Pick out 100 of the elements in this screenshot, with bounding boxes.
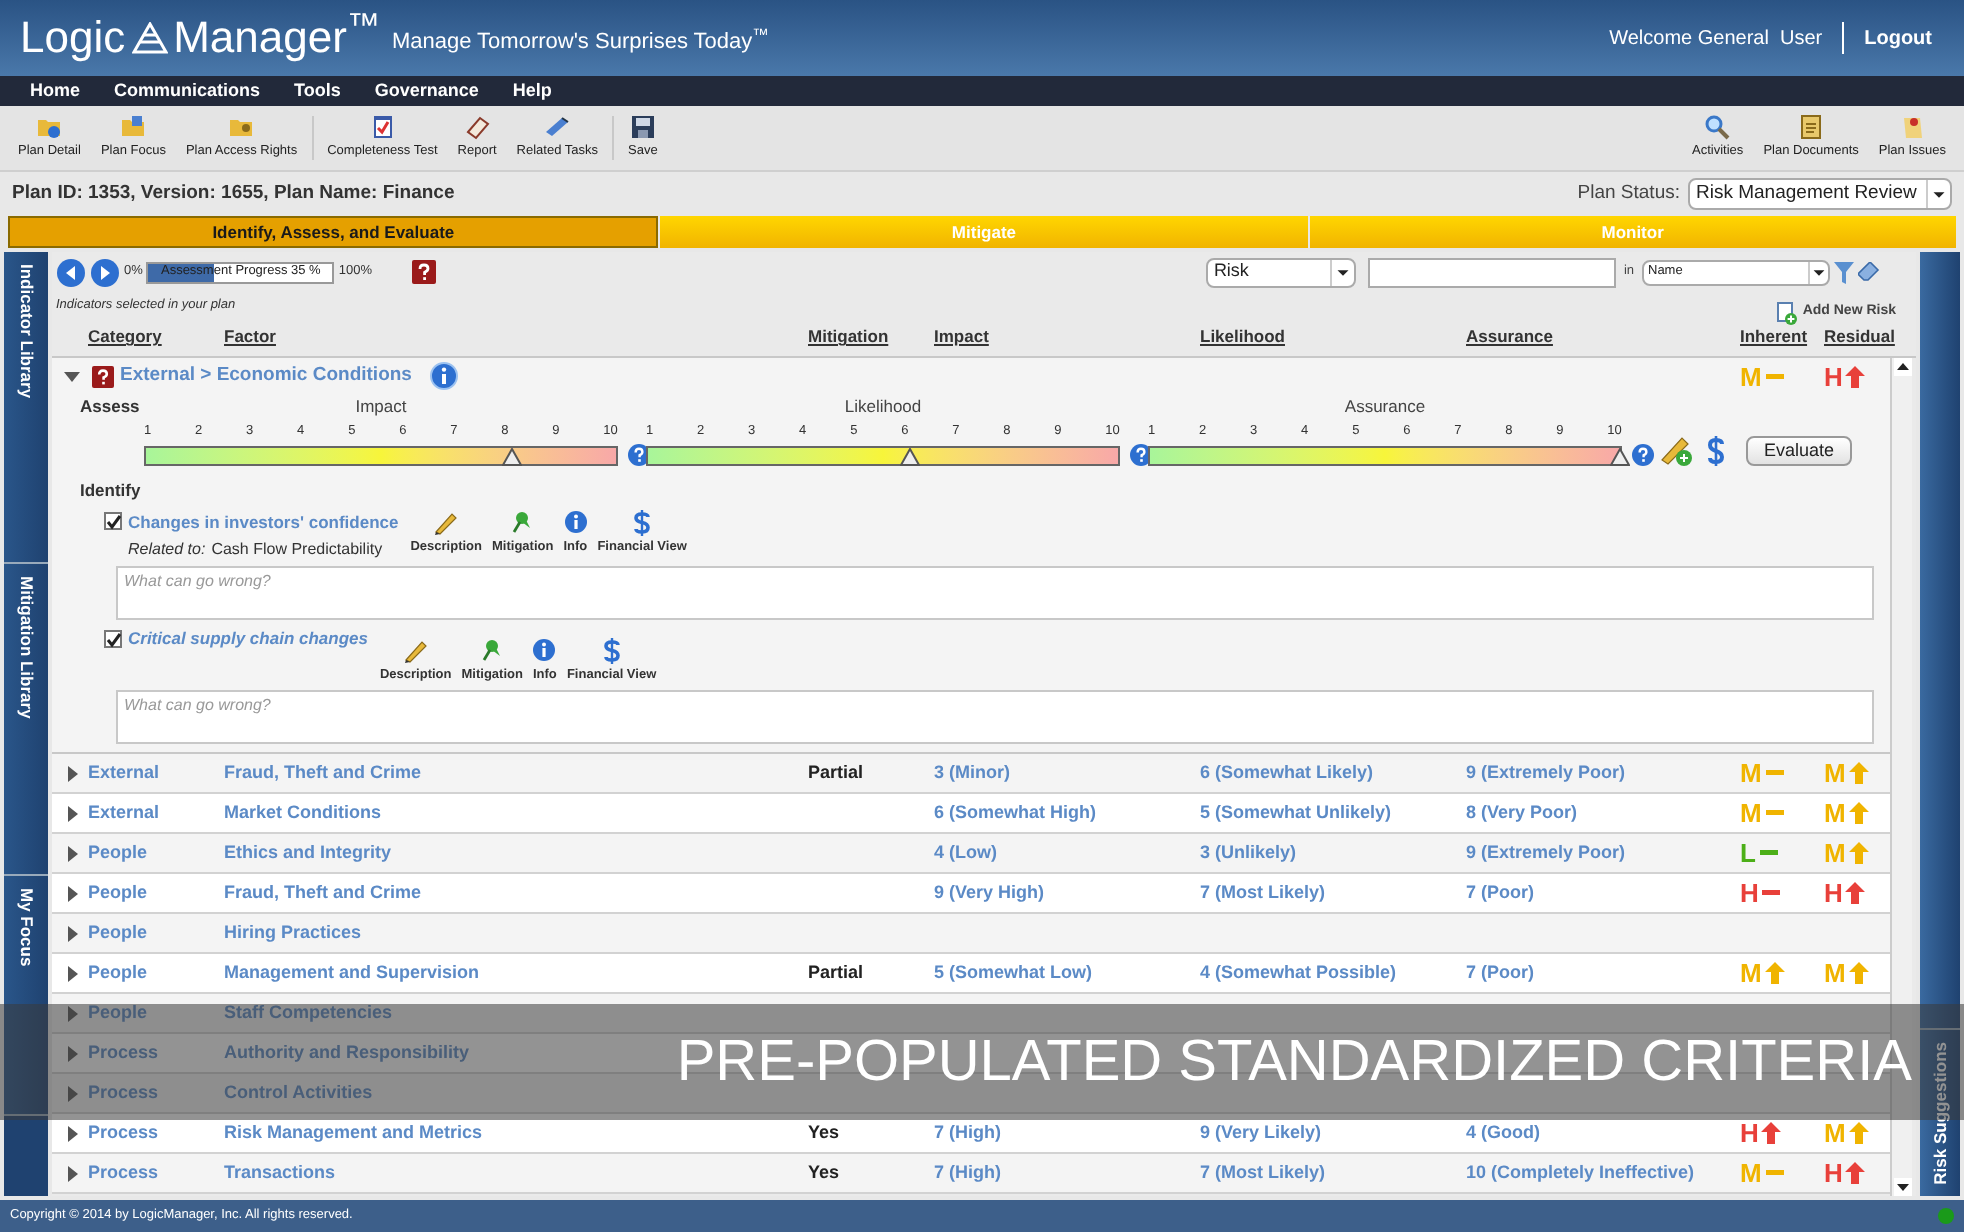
- rating-letter: M: [1824, 800, 1846, 826]
- scroll-up-icon[interactable]: [1893, 358, 1911, 376]
- forward-icon[interactable]: [90, 257, 120, 287]
- check-icon: [105, 631, 121, 648]
- evaluate-button[interactable]: Evaluate: [1746, 435, 1853, 466]
- back-icon[interactable]: [56, 257, 86, 287]
- table-cell-text: 5 (Somewhat Unlikely): [1200, 799, 1394, 826]
- table-cell-text: People: [88, 879, 150, 906]
- column-header[interactable]: Factor: [224, 324, 808, 350]
- menu-item[interactable]: Home: [30, 77, 81, 105]
- column-header[interactable]: Inherent: [1740, 324, 1824, 350]
- column-header[interactable]: Mitigation: [808, 324, 934, 350]
- column-header[interactable]: Assurance: [1466, 324, 1740, 350]
- scale-label: Assurance: [1344, 394, 1426, 418]
- dollar-icon[interactable]: [1706, 435, 1726, 466]
- table-cell-text: Process: [88, 1039, 161, 1066]
- table-cell-text: 7 (Poor): [1466, 959, 1537, 986]
- table-cell-text: 6 (Somewhat Likely): [1200, 759, 1376, 786]
- rating-slider[interactable]: [646, 445, 1120, 466]
- slider-thumb[interactable]: [1610, 447, 1630, 466]
- table-cell-text: 7 (Most Likely): [1200, 879, 1328, 906]
- column-header[interactable]: Residual: [1824, 324, 1895, 350]
- slider-thumb[interactable]: [899, 447, 920, 466]
- side-tab[interactable]: Risk Suggestions: [1920, 1027, 1960, 1196]
- collapse-caret-icon[interactable]: [64, 368, 80, 384]
- dropdown-value: Risk Management Review: [1696, 179, 1919, 208]
- table-cell-text: People: [88, 999, 150, 1026]
- menu-item[interactable]: Governance: [374, 77, 479, 105]
- table-cell-text: 9 (Very Likely): [1200, 1119, 1324, 1146]
- table-cell-text: Process: [88, 1159, 161, 1186]
- related-label: Related to:: [128, 538, 206, 563]
- side-tab[interactable]: Mitigation Library: [4, 564, 48, 876]
- menu-item[interactable]: Communications: [114, 77, 261, 105]
- search-field[interactable]: [1367, 257, 1616, 287]
- table-cell-text: 10 (Completely Ineffective): [1466, 1159, 1697, 1186]
- column-header[interactable]: Likelihood: [1200, 324, 1466, 350]
- table-cell-text: Yes: [808, 1119, 842, 1146]
- table-cell-text: External: [88, 799, 162, 826]
- help-icon[interactable]: [1632, 443, 1654, 466]
- side-tab[interactable]: Indicator Library: [4, 252, 48, 564]
- column-header[interactable]: Impact: [934, 324, 1200, 350]
- table-cell[interactable]: Management and Supervision: [224, 959, 808, 987]
- stage-tab[interactable]: Identify, Assess, and Evaluate: [8, 216, 659, 248]
- welcome-text: Welcome General User: [1609, 25, 1823, 53]
- table-cell[interactable]: Risk Management and Metrics: [224, 1119, 808, 1147]
- checkbox[interactable]: [104, 512, 122, 531]
- table-cell[interactable]: Fraud, Theft and Crime: [224, 879, 808, 907]
- text-area[interactable]: What can go wrong?: [116, 690, 1874, 744]
- table-cell-text: 9 (Extremely Poor): [1466, 839, 1628, 866]
- expand-caret-icon[interactable]: [64, 845, 80, 861]
- rating-slider[interactable]: [144, 445, 618, 466]
- rating-letter: M: [1824, 960, 1846, 986]
- search-icon: [1704, 114, 1731, 141]
- rating-letter: M: [1824, 840, 1846, 866]
- menu-item[interactable]: Help: [512, 77, 552, 105]
- table-cell-text: Partial: [808, 759, 866, 786]
- table-cell-text: 6 (Somewhat High): [934, 799, 1099, 826]
- table-cell-text: 3 (Minor): [934, 759, 1012, 786]
- expand-caret-icon[interactable]: [64, 765, 80, 781]
- table-cell-text: 5 (Somewhat Low): [934, 959, 1095, 986]
- logout-link[interactable]: Logout: [1864, 23, 1932, 53]
- info-icon[interactable]: [429, 362, 458, 390]
- help-icon[interactable]: [92, 365, 114, 387]
- eraser-icon[interactable]: [1858, 262, 1880, 282]
- expand-caret-icon[interactable]: [64, 885, 80, 901]
- expand-caret-icon[interactable]: [64, 925, 80, 941]
- help-icon[interactable]: [412, 260, 437, 284]
- table-cell-text: Process: [88, 1119, 161, 1146]
- expand-caret-icon[interactable]: [64, 1045, 80, 1061]
- expand-caret-icon[interactable]: [64, 1165, 80, 1181]
- expand-caret-icon[interactable]: [64, 1125, 80, 1141]
- table-cell-text: External: [88, 759, 162, 786]
- pushpin-icon: [510, 509, 535, 535]
- expand-caret-icon[interactable]: [64, 805, 80, 821]
- table-cell[interactable]: Market Conditions: [224, 799, 808, 827]
- slider-thumb[interactable]: [501, 447, 522, 466]
- folder-icon: [228, 114, 255, 141]
- type-dropdown[interactable]: Risk: [1205, 257, 1356, 287]
- table-cell-text: 7 (Poor): [1466, 879, 1537, 906]
- status-dropdown[interactable]: Risk Management Review: [1688, 178, 1952, 210]
- pencil-add-icon[interactable]: [1658, 433, 1694, 466]
- table-cell-text: 4 (Low): [934, 839, 999, 866]
- text-area[interactable]: What can go wrong?: [116, 566, 1874, 621]
- dollar-icon: [630, 509, 655, 535]
- checkbox[interactable]: [104, 630, 122, 649]
- side-tab[interactable]: My Focus: [4, 876, 48, 1116]
- scroll-down-icon[interactable]: [1893, 1178, 1911, 1196]
- pushpin-icon: [480, 638, 505, 665]
- expand-caret-icon[interactable]: [64, 965, 80, 981]
- rating-letter: H: [1824, 363, 1843, 389]
- table-cell-text: 8 (Very Poor): [1466, 799, 1580, 826]
- menu-item[interactable]: Tools: [294, 77, 341, 105]
- rating-letter: H: [1824, 1160, 1843, 1186]
- folder-icon: [36, 114, 63, 141]
- column-header[interactable]: Category: [88, 324, 224, 350]
- table-cell-text: 7 (High): [934, 1159, 1003, 1186]
- dropdown-arrow-icon: [1808, 261, 1828, 283]
- rating-letter: H: [1824, 880, 1843, 906]
- rating-letter: H: [1740, 880, 1759, 906]
- filter-icon[interactable]: [1834, 261, 1854, 283]
